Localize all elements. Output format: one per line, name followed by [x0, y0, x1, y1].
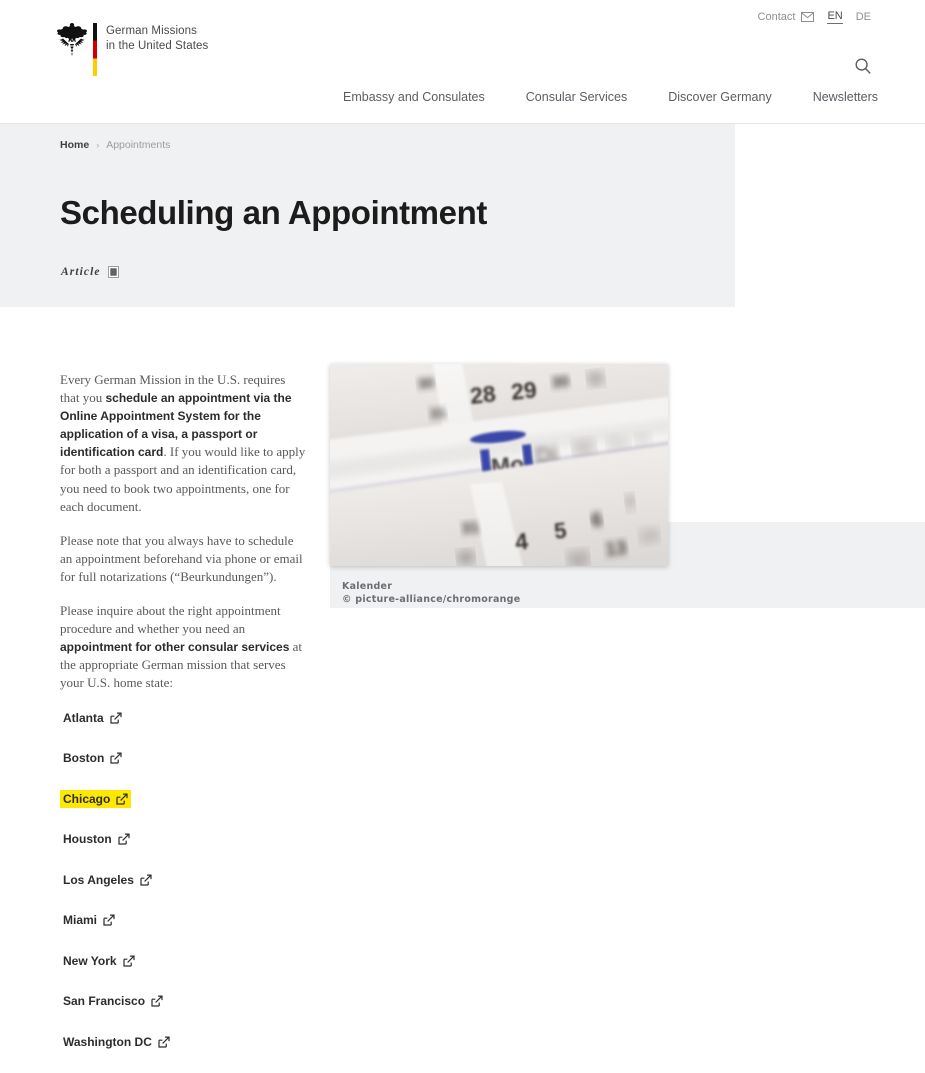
svg-text:29: 29 — [510, 376, 538, 405]
page-title: Scheduling an Appointment — [60, 194, 487, 232]
paragraph-bold-run: appointment for other consular services — [60, 640, 289, 654]
external-link-icon — [110, 752, 122, 764]
logo-line-1: German Missions — [106, 25, 197, 37]
article-tag-label: Article — [61, 266, 101, 278]
svg-text:6: 6 — [590, 509, 603, 532]
city-link-boston[interactable]: Boston — [60, 749, 125, 767]
city-link-row: Chicago — [60, 790, 308, 831]
city-link-label: Washington DC — [63, 1035, 152, 1049]
city-link-label: New York — [63, 954, 117, 968]
external-link-icon — [140, 874, 152, 886]
svg-text:7: 7 — [624, 493, 635, 513]
meta-navigation: Contact EN DE — [758, 10, 871, 24]
svg-text:13: 13 — [604, 538, 627, 561]
german-flag-bar-icon — [93, 23, 97, 76]
calendar-photo: 30 31 28 29 30 31 — [330, 364, 668, 566]
svg-text:12: 12 — [566, 548, 589, 566]
city-link-label: Miami — [63, 913, 97, 927]
svg-text:31: 31 — [587, 369, 605, 388]
external-link-icon — [118, 833, 130, 845]
external-link-icon — [110, 712, 122, 724]
german-federal-eagle-icon — [57, 22, 87, 56]
paragraph-1: Every German Mission in the U.S. require… — [60, 371, 308, 516]
logo-text: German Missions in the United States — [106, 24, 208, 54]
city-link-label: Los Angeles — [63, 873, 134, 887]
svg-text:Fr: Fr — [635, 431, 653, 450]
svg-text:30: 30 — [551, 373, 571, 392]
svg-text:31: 31 — [429, 404, 447, 423]
calendar-photo-graphic: 30 31 28 29 30 31 — [330, 364, 668, 566]
breadcrumb-home[interactable]: Home — [60, 139, 89, 151]
city-link-new-york[interactable]: New York — [60, 952, 138, 970]
city-link-atlanta[interactable]: Atlanta — [60, 709, 125, 727]
nav-item-newsletters[interactable]: Newsletters — [813, 90, 878, 104]
city-link-label: San Francisco — [63, 994, 145, 1008]
paragraph-text-run: Please inquire about the right appointme… — [60, 603, 281, 636]
svg-text:31: 31 — [461, 519, 481, 538]
city-link-los-angeles[interactable]: Los Angeles — [60, 871, 155, 889]
nav-item-discover-germany[interactable]: Discover Germany — [668, 90, 772, 104]
svg-text:Do: Do — [606, 433, 631, 454]
search-button[interactable] — [851, 54, 875, 78]
contact-label: Contact — [758, 11, 796, 23]
external-link-icon — [158, 1036, 170, 1048]
breadcrumb: Home › Appointments — [60, 139, 170, 151]
city-link-row: Miami — [60, 911, 308, 952]
city-link-chicago[interactable]: Chicago — [60, 790, 131, 808]
city-link-row: Atlanta — [60, 709, 308, 750]
contact-link[interactable]: Contact — [758, 11, 815, 23]
article-document-icon — [108, 266, 119, 278]
city-link-san-francisco[interactable]: San Francisco — [60, 992, 166, 1010]
figure-caption-credit: © picture-alliance/chromorange — [342, 594, 520, 605]
city-link-label: Houston — [63, 832, 112, 846]
external-link-icon — [151, 995, 163, 1007]
site-logo[interactable]: German Missions in the United States — [57, 21, 208, 76]
city-link-miami[interactable]: Miami — [60, 911, 118, 929]
figure-caption: Kalender © picture-alliance/chromorange — [342, 580, 520, 606]
svg-text:32: 32 — [457, 548, 475, 566]
page-hero: Home › Appointments Scheduling an Appoin… — [0, 124, 735, 307]
city-link-label: Boston — [63, 751, 104, 765]
site-header: German Missions in the United States Con… — [0, 0, 925, 124]
breadcrumb-separator-icon: › — [96, 140, 99, 150]
logo-line-2: in the United States — [106, 40, 208, 52]
main-navigation: Embassy and Consulates Consular Services… — [0, 90, 878, 104]
lang-switch-en[interactable]: EN — [827, 10, 842, 24]
nav-item-embassy-and-consulates[interactable]: Embassy and Consulates — [343, 90, 485, 104]
city-link-label: Atlanta — [63, 711, 104, 725]
external-link-icon — [123, 955, 135, 967]
external-link-icon — [116, 793, 128, 805]
article-figure: 30 31 28 29 30 31 — [330, 364, 668, 566]
paragraph-3: Please inquire about the right appointme… — [60, 602, 308, 692]
paragraph-2: Please note that you always have to sche… — [60, 532, 308, 586]
article-type-tag: Article — [61, 266, 119, 278]
svg-text:14: 14 — [638, 525, 659, 546]
breadcrumb-current: Appointments — [106, 139, 170, 151]
nav-item-consular-services[interactable]: Consular Services — [526, 90, 627, 104]
svg-text:30: 30 — [417, 374, 435, 393]
city-link-row: San Francisco — [60, 992, 308, 1033]
search-icon — [854, 57, 872, 75]
svg-text:5: 5 — [553, 518, 568, 544]
paragraph-text-run: Please note that you always have to sche… — [60, 533, 303, 584]
lang-switch-de[interactable]: DE — [856, 11, 871, 24]
city-link-label: Chicago — [63, 792, 110, 806]
external-link-icon — [103, 914, 115, 926]
city-link-row: Boston — [60, 749, 308, 790]
city-link-washington-dc[interactable]: Washington DC — [60, 1033, 173, 1051]
article-body: Every German Mission in the U.S. require… — [60, 371, 308, 1073]
envelope-icon — [801, 12, 814, 22]
city-link-houston[interactable]: Houston — [60, 830, 133, 848]
city-link-row: Los Angeles — [60, 871, 308, 912]
city-link-row: Washington DC — [60, 1033, 308, 1073]
figure-caption-title: Kalender — [342, 581, 392, 592]
city-link-row: New York — [60, 952, 308, 993]
mission-city-link-list: Atlanta Boston Chicago Houston Los Angeles Mi… — [60, 709, 308, 1073]
city-link-row: Houston — [60, 830, 308, 871]
svg-text:28: 28 — [469, 380, 497, 409]
